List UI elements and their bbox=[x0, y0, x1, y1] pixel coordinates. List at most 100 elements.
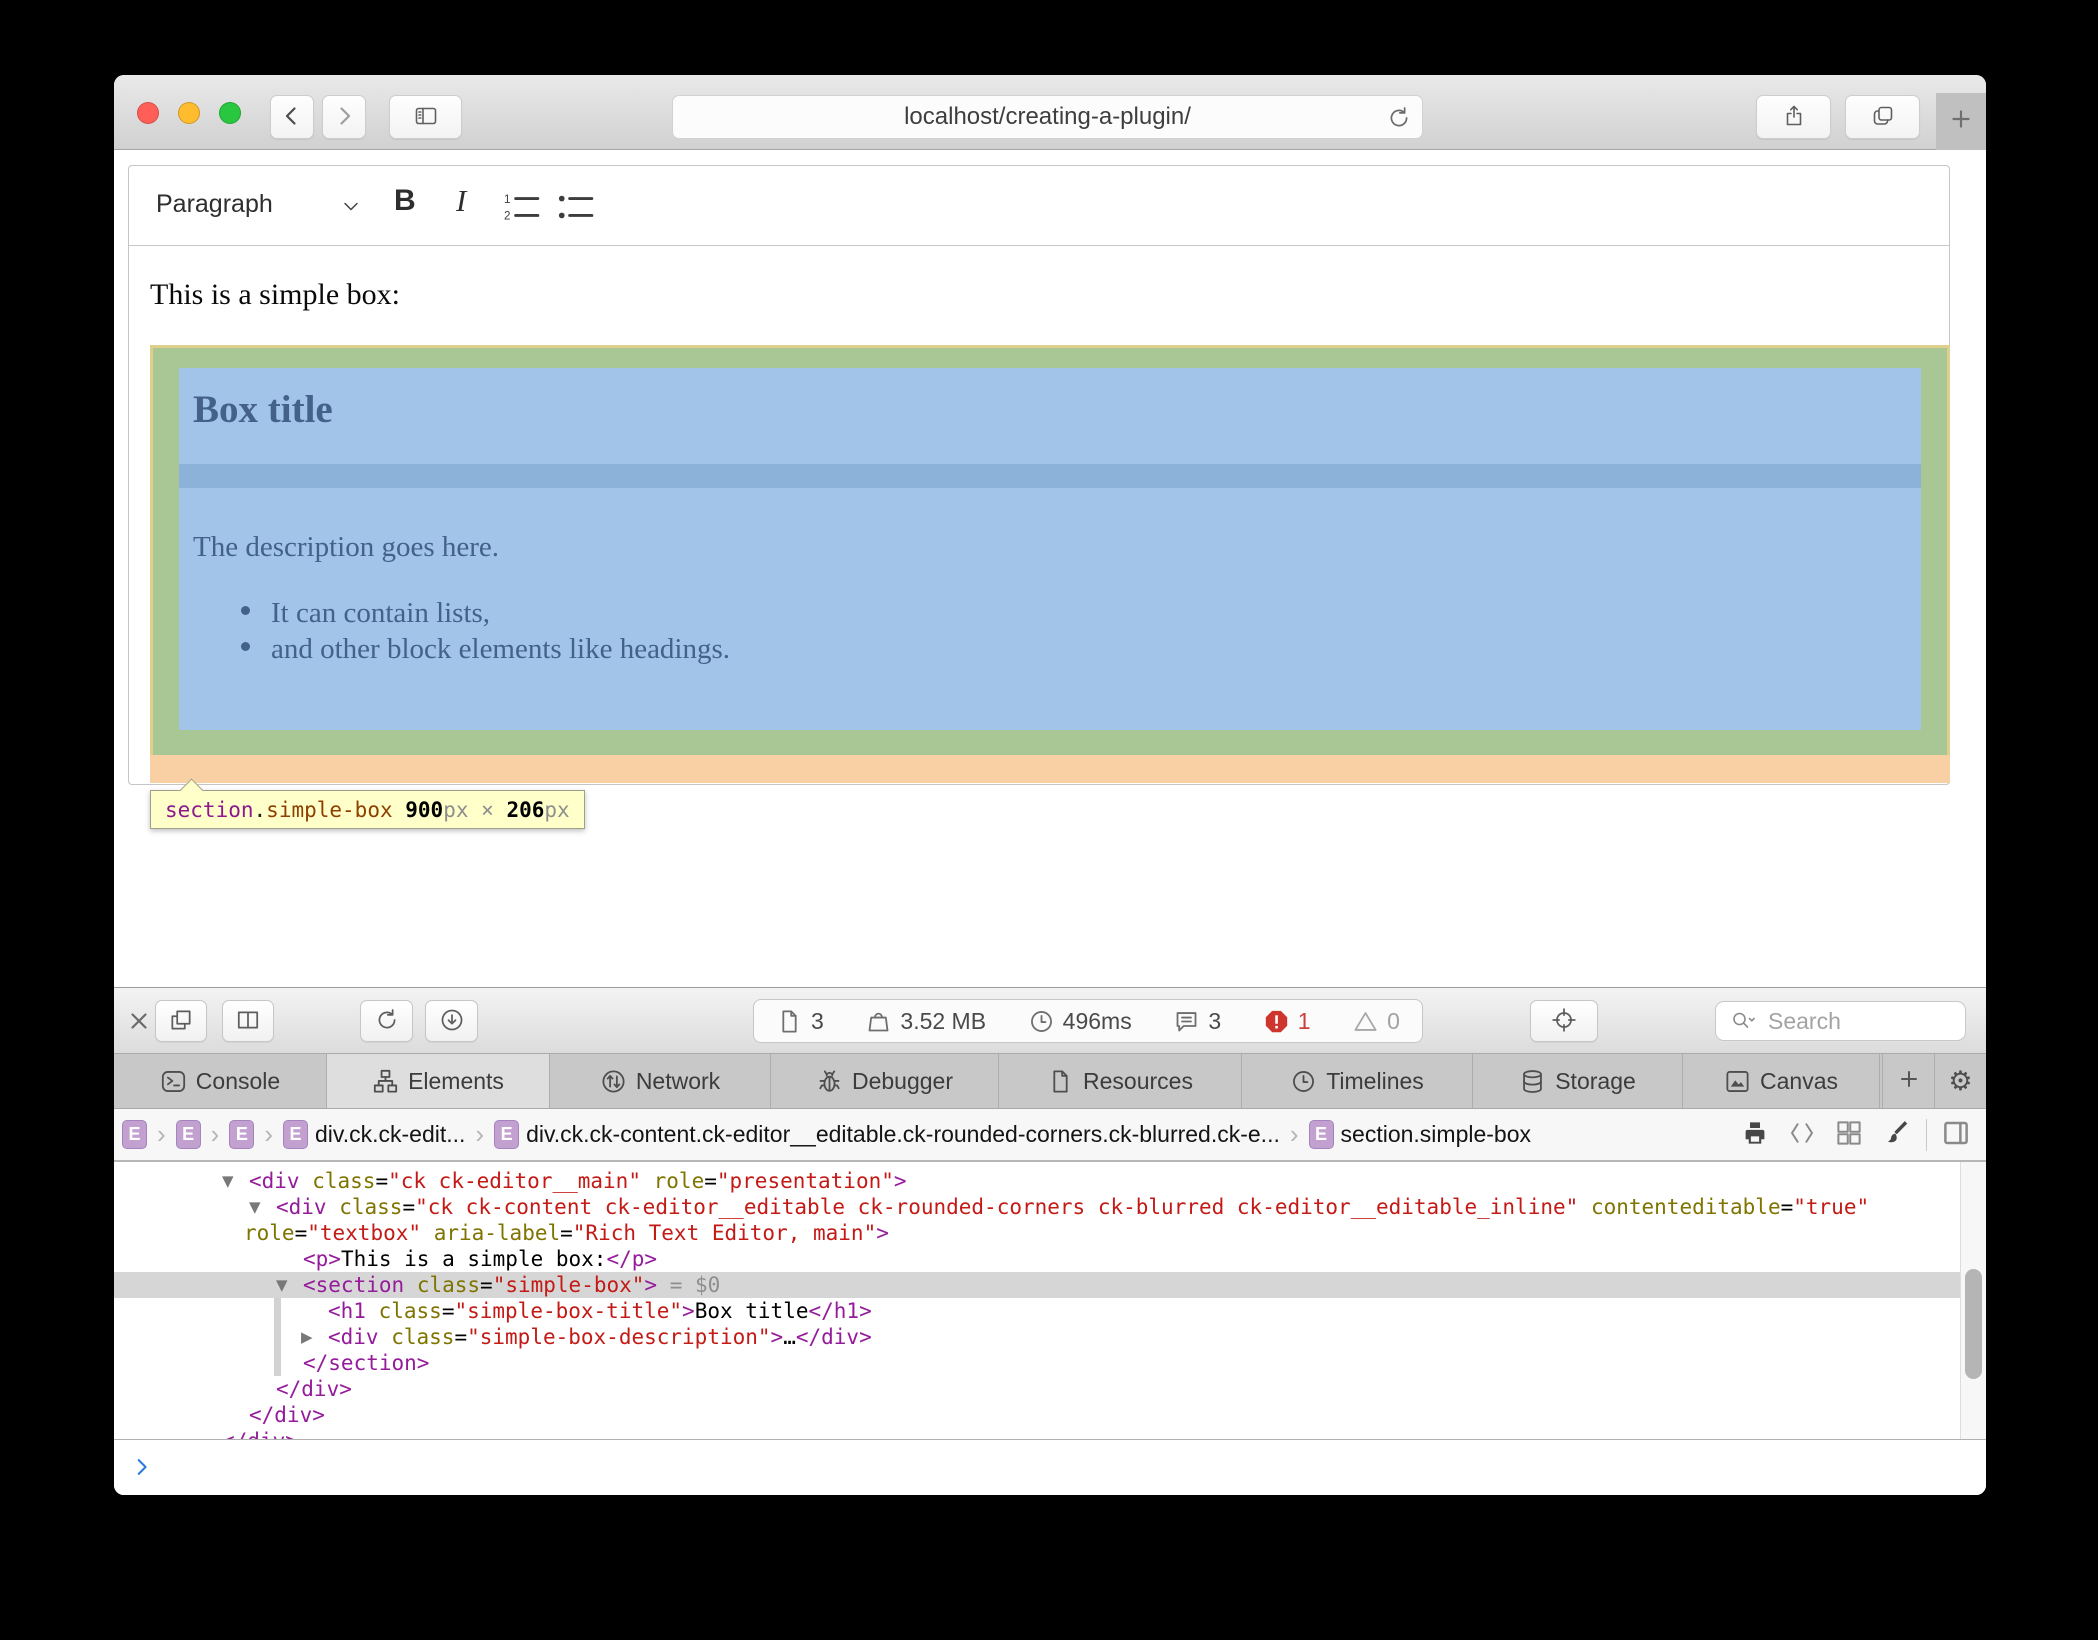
dom-line[interactable]: ▶<div class="simple-box-description">…</… bbox=[301, 1324, 872, 1350]
margin-highlight bbox=[150, 755, 1950, 783]
code-token bbox=[366, 1299, 379, 1323]
show-tabs-button[interactable] bbox=[1845, 95, 1920, 139]
close-window-button[interactable] bbox=[137, 102, 159, 124]
box-description: The description goes here. bbox=[193, 531, 499, 564]
tab-timelines[interactable]: Timelines bbox=[1242, 1054, 1473, 1108]
minimize-window-button[interactable] bbox=[178, 102, 200, 124]
dom-line[interactable]: ▼<div class="ck ck-editor__main" role="p… bbox=[222, 1168, 907, 1194]
stat-warning[interactable]: 0 bbox=[1352, 1008, 1400, 1035]
print-styles-button[interactable] bbox=[1738, 1118, 1772, 1152]
dom-line[interactable]: </section> bbox=[303, 1350, 429, 1376]
sidebar-toggle-button[interactable] bbox=[389, 95, 462, 139]
zoom-window-button[interactable] bbox=[219, 102, 241, 124]
dock-side-button[interactable] bbox=[222, 1000, 274, 1042]
close-inspector-button[interactable] bbox=[126, 1008, 152, 1034]
dom-tree: ▼<div class="ck ck-editor__main" role="p… bbox=[114, 1162, 1986, 1439]
tab-network[interactable]: Network bbox=[550, 1054, 771, 1108]
reload-icon[interactable] bbox=[1386, 105, 1412, 131]
breadcrumb-item[interactable]: Ediv.ck.ck-content.ck-editor__editable.c… bbox=[494, 1120, 1280, 1149]
tab-resources[interactable]: Resources bbox=[999, 1054, 1242, 1108]
code-token: = $0 bbox=[657, 1273, 720, 1297]
element-picker-button[interactable] bbox=[1530, 1000, 1598, 1042]
add-tab-button[interactable] bbox=[1882, 1054, 1934, 1108]
code-token: </div> bbox=[276, 1377, 352, 1401]
breadcrumb-item[interactable]: Ediv.ck.ck-edit... bbox=[283, 1120, 465, 1149]
tooltip-token: px bbox=[544, 798, 569, 822]
breadcrumb-item[interactable]: Esection.simple-box bbox=[1309, 1120, 1531, 1149]
tab-label: Debugger bbox=[852, 1068, 953, 1095]
tooltip-token: 900 bbox=[405, 798, 443, 822]
svg-text:2: 2 bbox=[504, 210, 510, 223]
detach-inspector-button[interactable] bbox=[155, 1000, 207, 1042]
breadcrumb-item[interactable]: E bbox=[176, 1120, 201, 1149]
disclosure-open-icon[interactable]: ▼ bbox=[276, 1272, 303, 1298]
scrollbar[interactable] bbox=[1960, 1162, 1986, 1439]
code-token: </div> bbox=[796, 1325, 872, 1349]
breadcrumb-item[interactable]: E bbox=[122, 1120, 147, 1149]
dom-line[interactable]: </div> bbox=[276, 1376, 352, 1402]
stat-doc[interactable]: 3 bbox=[776, 1008, 824, 1035]
new-tab-button[interactable] bbox=[1936, 93, 1986, 150]
code-token: > bbox=[682, 1299, 695, 1323]
paragraph-dropdown[interactable]: Paragraph bbox=[156, 190, 273, 219]
stat-value: 3.52 MB bbox=[900, 1008, 986, 1035]
code-token: </section> bbox=[303, 1351, 429, 1375]
show-source-button[interactable] bbox=[1785, 1118, 1819, 1152]
tab-canvas[interactable]: Canvas bbox=[1683, 1054, 1880, 1108]
download-icon bbox=[439, 1007, 465, 1036]
element-highlight-overlay: Box title The description goes here. It … bbox=[150, 345, 1950, 783]
code-token: This is a simple box: bbox=[341, 1247, 607, 1271]
back-button[interactable] bbox=[270, 95, 314, 139]
code-token: > bbox=[644, 1273, 657, 1297]
code-token: aria-label bbox=[434, 1221, 560, 1245]
grid-icon bbox=[1834, 1118, 1864, 1151]
scrollbar-thumb[interactable] bbox=[1965, 1269, 1982, 1379]
disclosure-open-icon[interactable]: ▼ bbox=[222, 1168, 249, 1194]
stat-clock[interactable]: 496ms bbox=[1028, 1008, 1132, 1035]
stat-error[interactable]: 1 bbox=[1263, 1008, 1311, 1035]
bulleted-list-button[interactable] bbox=[557, 191, 595, 223]
forward-button[interactable] bbox=[322, 95, 366, 139]
dom-line[interactable]: role="textbox" aria-label="Rich Text Edi… bbox=[244, 1220, 889, 1246]
disclosure-open-icon[interactable]: ▼ bbox=[249, 1194, 276, 1220]
dom-line[interactable]: ▼<section class="simple-box"> = $0 bbox=[276, 1272, 720, 1298]
dom-line[interactable]: </div> bbox=[222, 1428, 298, 1439]
bold-button[interactable]: B bbox=[394, 184, 416, 218]
numbered-list-button[interactable]: 12 bbox=[503, 191, 541, 223]
details-sidebar-button[interactable] bbox=[1939, 1118, 1973, 1152]
chevron-down-icon[interactable] bbox=[339, 194, 363, 218]
code-token: class bbox=[312, 1169, 375, 1193]
url-text: localhost/creating-a-plugin/ bbox=[904, 103, 1191, 131]
breadcrumb-item[interactable]: E bbox=[229, 1120, 254, 1149]
download-web-archive-button[interactable] bbox=[425, 1000, 478, 1042]
settings-button[interactable]: ⚙︎ bbox=[1934, 1054, 1986, 1108]
element-highlight-button[interactable] bbox=[1879, 1118, 1913, 1152]
dom-line[interactable]: <p>This is a simple box:</p> bbox=[303, 1246, 657, 1272]
tab-elements[interactable]: Elements bbox=[327, 1054, 550, 1108]
tab-debugger[interactable]: Debugger bbox=[771, 1054, 999, 1108]
stat-weight[interactable]: 3.52 MB bbox=[865, 1008, 986, 1035]
dom-line[interactable]: </div> bbox=[249, 1402, 325, 1428]
tab-storage[interactable]: Storage bbox=[1473, 1054, 1683, 1108]
code-token bbox=[327, 1195, 340, 1219]
search-input[interactable] bbox=[1768, 1002, 1958, 1040]
canvas-icon bbox=[1724, 1068, 1751, 1095]
grid-overlay-button[interactable] bbox=[1832, 1118, 1866, 1152]
code-token bbox=[404, 1273, 417, 1297]
stat-bubble[interactable]: 3 bbox=[1173, 1008, 1221, 1035]
dom-line[interactable]: <h1 class="simple-box-title">Box title</… bbox=[328, 1298, 872, 1324]
tab-console[interactable]: Console bbox=[114, 1054, 327, 1108]
code-token bbox=[300, 1169, 313, 1193]
tooltip-token: simple-box bbox=[266, 798, 392, 822]
code-token: class bbox=[379, 1299, 442, 1323]
web-inspector: 3 3.52 MB 496ms 3 1 0 ConsoleElementsNetwork D… bbox=[114, 987, 1986, 1495]
reload-page-button[interactable] bbox=[360, 1000, 413, 1042]
address-bar[interactable]: localhost/creating-a-plugin/ bbox=[672, 95, 1423, 139]
element-size-tooltip: section.simple-box 900px × 206px bbox=[150, 790, 585, 829]
console-prompt[interactable] bbox=[114, 1439, 1986, 1495]
tooltip-token: × bbox=[469, 798, 507, 822]
italic-button[interactable]: I bbox=[456, 183, 466, 219]
disclosure-closed-icon[interactable]: ▶ bbox=[301, 1324, 328, 1350]
share-button[interactable] bbox=[1756, 95, 1831, 139]
dom-line[interactable]: ▼<div class="ck ck-content ck-editor__ed… bbox=[249, 1194, 1869, 1220]
